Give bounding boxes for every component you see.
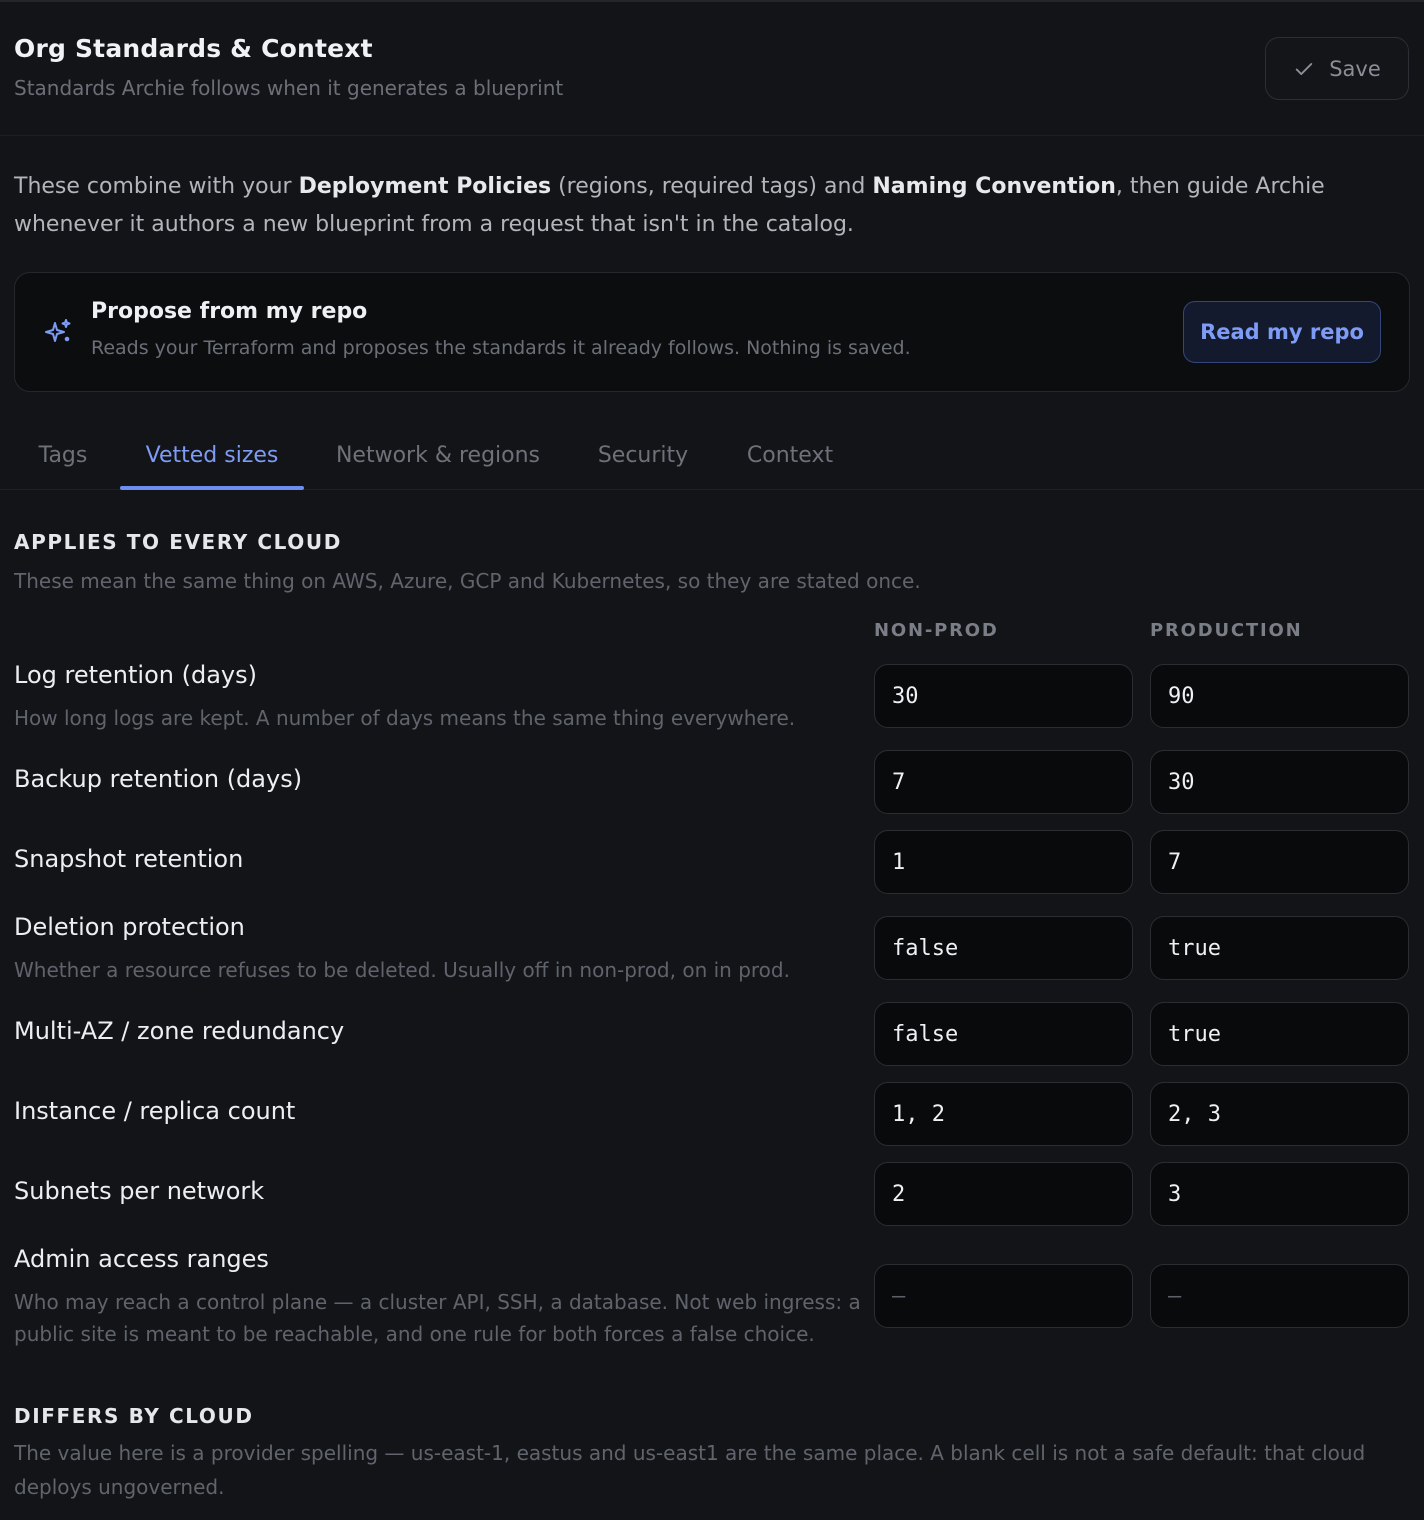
page-header: Org Standards & Context Standards Archie… xyxy=(0,2,1424,136)
tab-tags[interactable]: Tags xyxy=(14,420,112,490)
snapshot-retention-nonprod-input[interactable]: 1 xyxy=(874,830,1133,894)
row-label-deletion-protection: Deletion protection xyxy=(14,913,245,941)
tab-security[interactable]: Security xyxy=(572,420,714,490)
subnets-nonprod-input[interactable]: 2 xyxy=(874,1162,1133,1226)
intro-link-deployment-policies: Deployment Policies xyxy=(298,174,552,199)
column-header-nonprod: NON-PROD xyxy=(874,620,999,641)
column-header-production: PRODUCTION xyxy=(1150,620,1303,641)
replica-count-nonprod-input[interactable]: 1, 2 xyxy=(874,1082,1133,1146)
backup-retention-nonprod-input[interactable]: 7 xyxy=(874,750,1133,814)
multi-az-prod-input[interactable]: true xyxy=(1150,1002,1409,1066)
row-label-backup-retention: Backup retention (days) xyxy=(14,765,303,793)
page-subtitle: Standards Archie follows when it generat… xyxy=(14,76,564,100)
deletion-protection-prod-input[interactable]: true xyxy=(1150,916,1409,980)
tab-network-regions[interactable]: Network & regions xyxy=(312,420,564,490)
row-label-multi-az: Multi-AZ / zone redundancy xyxy=(14,1017,345,1045)
row-label-subnets: Subnets per network xyxy=(14,1177,265,1205)
check-icon xyxy=(1295,62,1313,75)
tab-vetted-sizes[interactable]: Vetted sizes xyxy=(120,420,304,490)
snapshot-retention-prod-input[interactable]: 7 xyxy=(1150,830,1409,894)
save-button[interactable]: Save xyxy=(1265,37,1409,100)
section-heading-applies: APPLIES TO EVERY CLOUD xyxy=(14,530,342,554)
section-heading-differs: DIFFERS BY CLOUD xyxy=(14,1404,254,1428)
log-retention-prod-input[interactable]: 90 xyxy=(1150,664,1409,728)
row-desc-deletion-protection: Whether a resource refuses to be deleted… xyxy=(14,958,790,982)
propose-card: Propose from my repo Reads your Terrafor… xyxy=(14,272,1410,392)
active-tab-indicator xyxy=(120,486,304,490)
read-my-repo-button[interactable]: Read my repo xyxy=(1183,301,1381,363)
intro-part: (regions, required tags) and xyxy=(551,174,873,199)
backup-retention-prod-input[interactable]: 30 xyxy=(1150,750,1409,814)
sparkle-icon xyxy=(45,319,71,342)
row-desc-log-retention: How long logs are kept. A number of days… xyxy=(14,706,796,730)
tab-bar: Tags Vetted sizes Network & regions Secu… xyxy=(0,420,1424,490)
intro-text: These combine with your Deployment Polic… xyxy=(14,168,1414,244)
row-label-snapshot-retention: Snapshot retention xyxy=(14,845,244,873)
intro-part: These combine with your xyxy=(14,174,299,199)
row-desc-admin-access: Who may reach a control plane — a cluste… xyxy=(14,1290,861,1346)
section-description-applies: These mean the same thing on AWS, Azure,… xyxy=(14,569,921,593)
row-label-admin-access: Admin access ranges xyxy=(14,1245,269,1273)
page-title: Org Standards & Context xyxy=(14,34,373,63)
subnets-prod-input[interactable]: 3 xyxy=(1150,1162,1409,1226)
admin-access-prod-input[interactable]: — xyxy=(1150,1264,1409,1328)
multi-az-nonprod-input[interactable]: false xyxy=(874,1002,1133,1066)
propose-title: Propose from my repo xyxy=(91,299,368,324)
intro-link-naming-convention: Naming Convention xyxy=(872,174,1116,199)
save-button-label: Save xyxy=(1329,56,1381,81)
tab-context[interactable]: Context xyxy=(722,420,858,490)
row-label-replica-count: Instance / replica count xyxy=(14,1097,296,1125)
admin-access-nonprod-input[interactable]: — xyxy=(874,1264,1133,1328)
replica-count-prod-input[interactable]: 2, 3 xyxy=(1150,1082,1409,1146)
log-retention-nonprod-input[interactable]: 30 xyxy=(874,664,1133,728)
section-description-differs: The value here is a provider spelling — … xyxy=(14,1441,1366,1499)
deletion-protection-nonprod-input[interactable]: false xyxy=(874,916,1133,980)
propose-description: Reads your Terraform and proposes the st… xyxy=(91,337,911,359)
row-label-log-retention: Log retention (days) xyxy=(14,661,257,689)
